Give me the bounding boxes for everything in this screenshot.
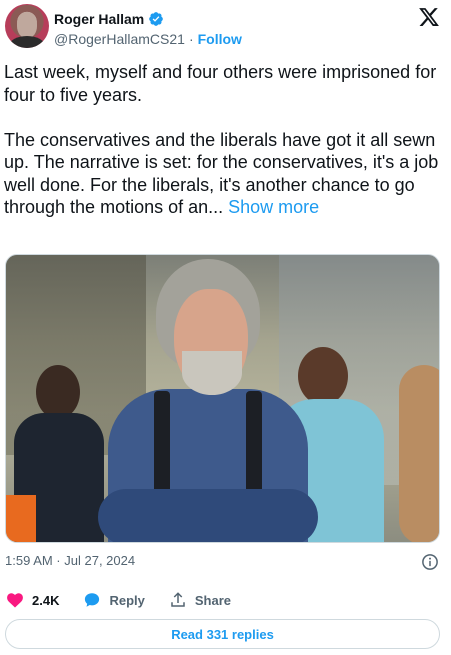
author-name[interactable]: Roger Hallam <box>54 11 144 27</box>
like-count: 2.4K <box>32 592 60 608</box>
read-replies-button[interactable]: Read 331 replies <box>5 619 440 649</box>
tweet-paragraph-2: The conservatives and the liberals have … <box>4 129 440 219</box>
tweet-text: Last week, myself and four others were i… <box>4 61 440 219</box>
reply-button[interactable]: Reply <box>83 591 145 609</box>
tweet-card: Roger Hallam @RogerHallamCS21 · Follow L… <box>0 0 451 655</box>
show-more-link[interactable]: Show more <box>228 197 319 217</box>
separator-dot: · <box>188 31 194 47</box>
author-handle[interactable]: @RogerHallamCS21 <box>54 31 185 47</box>
photo-main-folded-arms <box>98 489 318 542</box>
verified-badge-icon <box>148 11 164 27</box>
avatar-shoulders <box>9 36 45 48</box>
photo-orange-garment <box>6 495 36 542</box>
tweet-paragraph-1: Last week, myself and four others were i… <box>4 62 437 105</box>
photo-backpack-strap-right <box>246 391 262 501</box>
follow-button[interactable]: Follow <box>198 31 242 47</box>
x-logo-icon[interactable] <box>418 6 440 28</box>
tweet-timestamp[interactable]: 1:59 AM · Jul 27, 2024 <box>5 553 135 568</box>
photo-main-beard <box>182 351 242 395</box>
avatar[interactable] <box>5 4 49 48</box>
tweet-actions: 2.4K Reply Share <box>6 590 255 610</box>
reply-bubble-icon <box>85 593 100 607</box>
photo-backpack-strap-left <box>154 391 170 501</box>
name-row: Roger Hallam <box>54 9 164 29</box>
photo-person-left-head <box>36 365 80 419</box>
share-upload-icon <box>171 592 185 607</box>
share-button[interactable]: Share <box>169 591 231 609</box>
tweet-paragraph-2-text: The conservatives and the liberals have … <box>4 129 439 218</box>
tweet-photo[interactable] <box>5 254 440 543</box>
handle-row: @RogerHallamCS21 · Follow <box>54 30 242 48</box>
like-button[interactable]: 2.4K <box>6 591 59 609</box>
photo-main-person <box>98 259 318 542</box>
share-label: Share <box>194 592 232 608</box>
photo-person-far-right <box>399 365 439 542</box>
heart-icon <box>7 593 23 608</box>
tweet-header: Roger Hallam @RogerHallamCS21 · Follow <box>5 4 446 48</box>
avatar-face <box>17 12 37 38</box>
info-icon[interactable] <box>421 553 439 571</box>
reply-label: Reply <box>109 592 145 608</box>
